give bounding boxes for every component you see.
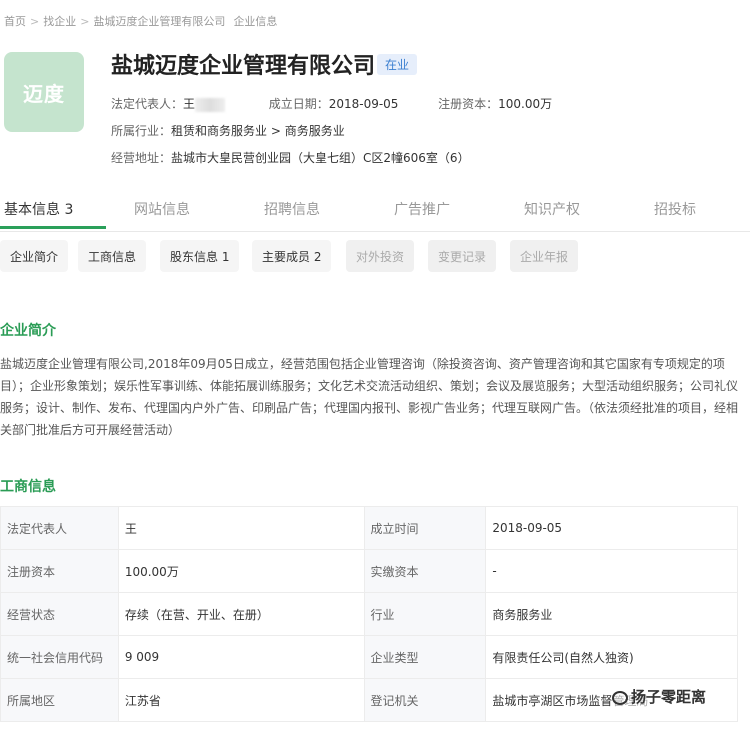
breadcrumb-home[interactable]: 首页 bbox=[4, 15, 26, 28]
table-cell-label: 行业 bbox=[363, 592, 487, 636]
table-cell-label: 实缴资本 bbox=[363, 549, 487, 593]
table-cell-value: 有限责任公司(自然人独资) bbox=[485, 635, 738, 679]
subtab-change-records[interactable]: 变更记录 bbox=[428, 240, 497, 272]
table-cell-value: 江苏省 bbox=[117, 678, 365, 722]
address-label: 经营地址： bbox=[111, 151, 172, 165]
table-cell-value: 2018-09-05 bbox=[485, 506, 738, 550]
tab-advertising[interactable]: 广告推广 bbox=[394, 199, 450, 219]
table-row: 统一社会信用代码 9 009 企业类型 有限责任公司(自然人独资) bbox=[0, 635, 738, 679]
active-tab-indicator bbox=[0, 226, 106, 229]
table-cell-label: 法定代表人 bbox=[0, 506, 119, 550]
tab-bidding[interactable]: 招投标 bbox=[654, 199, 696, 219]
meta-line-basic: 法定代表人：王 成立日期：2018-09-05 注册资本：100.00万 bbox=[111, 95, 552, 112]
blurred-name bbox=[195, 97, 226, 112]
subtab-annual-reports[interactable]: 企业年报 bbox=[510, 240, 579, 272]
address-value: 盐城市大皇民营创业园（大皇七组）C区2幢606室（6） bbox=[171, 151, 470, 165]
page-title: 盐城迈度企业管理有限公司 bbox=[111, 54, 376, 79]
tab-intellectual-property[interactable]: 知识产权 bbox=[524, 199, 580, 219]
tab-website-info[interactable]: 网站信息 bbox=[134, 199, 190, 219]
company-logo: 迈度 bbox=[4, 52, 84, 132]
breadcrumb-find-company[interactable]: 找企业 bbox=[43, 15, 76, 28]
table-cell-value: - bbox=[485, 549, 738, 593]
subtab-key-members[interactable]: 主要成员 2 bbox=[252, 240, 332, 272]
table-cell-value: 100.00万 bbox=[117, 549, 365, 593]
table-cell-value: 王 bbox=[117, 506, 365, 550]
watermark: 扬子零距离 bbox=[612, 686, 707, 707]
company-intro-text: 盐城迈度企业管理有限公司,2018年09月05日成立，经营范围包括企业管理咨询（… bbox=[0, 357, 739, 437]
table-row: 经营状态 存续（在营、开业、在册） 行业 商务服务业 bbox=[0, 592, 738, 636]
table-cell-label: 注册资本 bbox=[0, 549, 119, 593]
subtab-company-intro[interactable]: 企业简介 bbox=[0, 240, 69, 272]
table-row: 注册资本 100.00万 实缴资本 - bbox=[0, 549, 738, 593]
subtab-business-info[interactable]: 工商信息 bbox=[78, 240, 147, 272]
tab-recruitment-info[interactable]: 招聘信息 bbox=[264, 199, 320, 219]
business-section-title: 工商信息 bbox=[0, 479, 56, 495]
legal-rep-label: 法定代表人： bbox=[111, 97, 184, 111]
wechat-icon bbox=[612, 690, 628, 705]
meta-line-address: 经营地址：盐城市大皇民营创业园（大皇七组）C区2幢606室（6） bbox=[111, 149, 470, 166]
status-badge: 在业 bbox=[377, 54, 418, 75]
table-cell-label: 成立时间 bbox=[363, 506, 487, 550]
breadcrumb: 首页 > 找企业 > 盐城迈度企业管理有限公司 企业信息 bbox=[4, 15, 278, 28]
founded-value: 2018-09-05 bbox=[328, 97, 399, 111]
table-cell-label: 企业类型 bbox=[363, 635, 487, 679]
capital-value: 100.00万 bbox=[498, 97, 553, 111]
industry-label: 所属行业： bbox=[111, 124, 172, 138]
breadcrumb-current: 企业信息 bbox=[233, 15, 278, 28]
table-cell-value: 商务服务业 bbox=[485, 592, 738, 636]
industry-value: 租赁和商务服务业 > 商务服务业 bbox=[171, 124, 345, 138]
tab-basic-info[interactable]: 基本信息 3 bbox=[4, 199, 73, 219]
table-cell-label: 统一社会信用代码 bbox=[0, 635, 119, 679]
table-cell-label: 经营状态 bbox=[0, 592, 119, 636]
subtab-shareholders[interactable]: 股东信息 1 bbox=[160, 240, 240, 272]
breadcrumb-company[interactable]: 盐城迈度企业管理有限公司 bbox=[93, 15, 225, 28]
table-cell-label: 所属地区 bbox=[0, 678, 119, 722]
founded-label: 成立日期： bbox=[268, 97, 329, 111]
legal-rep-value: 王 bbox=[183, 97, 196, 111]
meta-line-industry: 所属行业：租赁和商务服务业 > 商务服务业 bbox=[111, 122, 345, 139]
subtab-investments[interactable]: 对外投资 bbox=[346, 240, 415, 272]
intro-section-title: 企业简介 bbox=[0, 323, 56, 339]
table-cell-value: 存续（在营、开业、在册） bbox=[117, 592, 365, 636]
main-tabs: 基本信息 3 网站信息 招聘信息 广告推广 知识产权 招投标 bbox=[0, 190, 750, 232]
table-cell-value: 9 009 bbox=[117, 635, 365, 679]
company-logo-text: 迈度 bbox=[23, 81, 65, 106]
capital-label: 注册资本： bbox=[438, 97, 499, 111]
table-cell-label: 登记机关 bbox=[363, 678, 487, 722]
table-row: 法定代表人王成立时间 2018-09-05 bbox=[0, 506, 738, 550]
watermark-text: 扬子零距离 bbox=[631, 688, 707, 706]
